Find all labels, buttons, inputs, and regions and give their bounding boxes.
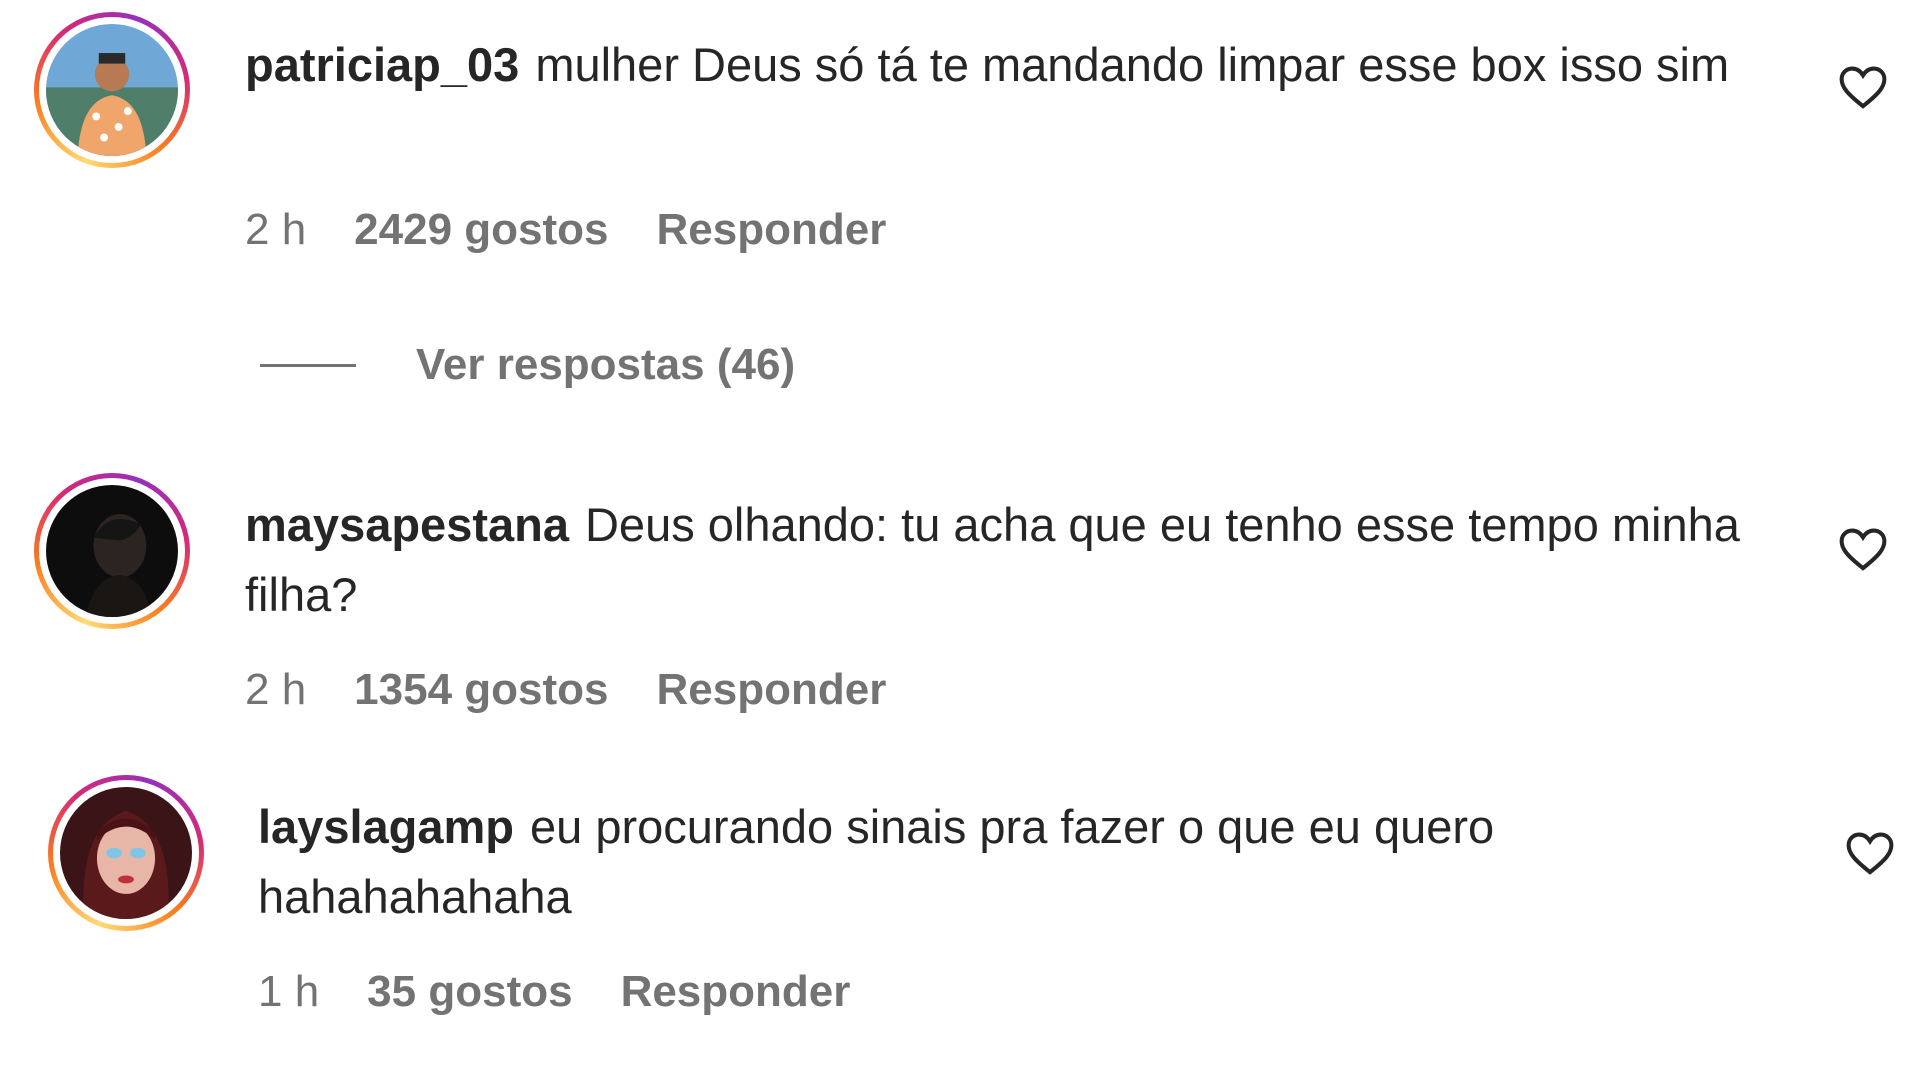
timestamp: 1 h <box>258 967 320 1016</box>
avatar-image <box>46 485 178 617</box>
avatar[interactable] <box>48 775 204 931</box>
heart-icon[interactable] <box>1836 60 1890 114</box>
comment-text: patriciap_03 mulher Deus só tá te mandand… <box>245 30 1745 100</box>
username-link[interactable]: maysapestana <box>245 498 569 551</box>
comment-body: mulher Deus só tá te mandando limpar ess… <box>535 38 1730 91</box>
reply-button[interactable]: Responder <box>621 967 851 1017</box>
view-replies-button[interactable]: Ver respostas (46) <box>260 340 795 390</box>
avatar[interactable] <box>34 12 190 168</box>
comments-list: patriciap_03 mulher Deus só tá te mandand… <box>0 0 1920 1080</box>
likes-count[interactable]: 2429 gostos <box>354 205 608 255</box>
avatar[interactable] <box>34 473 190 629</box>
comment-text: layslagamp eu procurando sinais pra fazer… <box>258 792 1758 932</box>
avatar-image <box>46 24 178 156</box>
username-link[interactable]: layslagamp <box>258 800 514 853</box>
likes-count[interactable]: 1354 gostos <box>354 665 608 715</box>
comment-meta: 2 h 2429 gostos Responder <box>245 205 886 255</box>
comment-meta: 1 h 35 gostos Responder <box>258 967 850 1017</box>
username-link[interactable]: patriciap_03 <box>245 38 519 91</box>
heart-icon[interactable] <box>1836 522 1890 576</box>
comment-text: maysapestana Deus olhando: tu acha que eu… <box>245 490 1745 630</box>
timestamp: 2 h <box>245 205 307 254</box>
divider-line <box>260 363 356 367</box>
reply-button[interactable]: Responder <box>657 205 887 255</box>
avatar-image <box>60 787 192 919</box>
reply-button[interactable]: Responder <box>657 665 887 715</box>
likes-count[interactable]: 35 gostos <box>367 967 572 1017</box>
heart-icon[interactable] <box>1843 826 1897 880</box>
view-replies-label: Ver respostas (46) <box>416 340 796 389</box>
timestamp: 2 h <box>245 665 307 714</box>
comment-meta: 2 h 1354 gostos Responder <box>245 665 886 715</box>
